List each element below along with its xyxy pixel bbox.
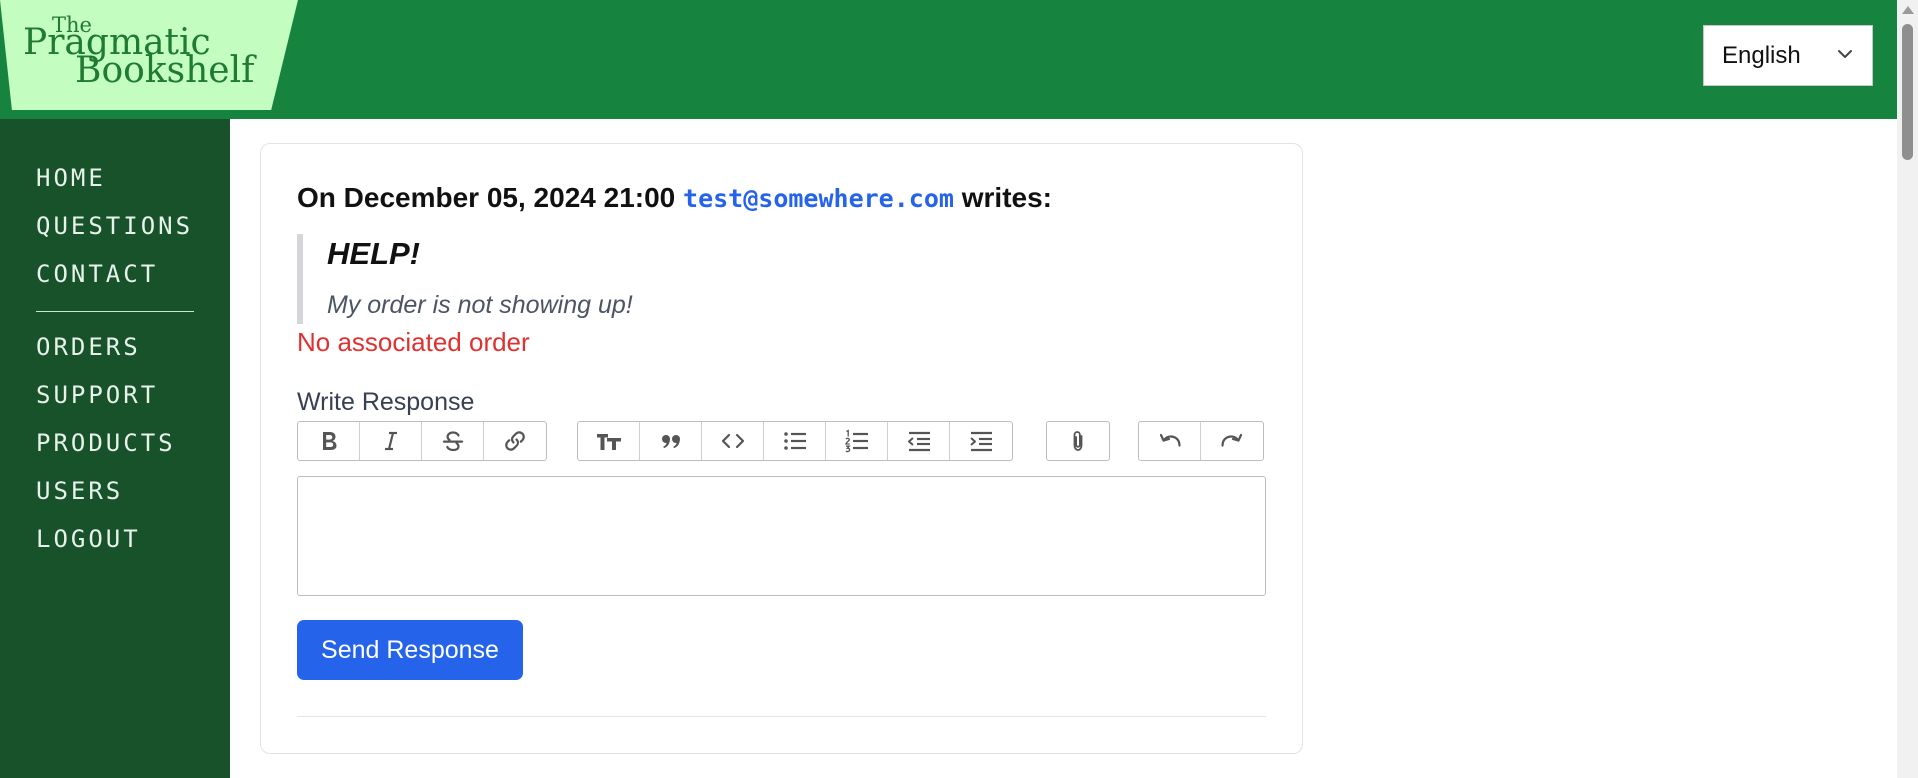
redo-icon (1221, 433, 1243, 447)
link-icon (505, 431, 525, 451)
author-email-link[interactable]: test@somewhere.com (683, 184, 954, 213)
redo-button[interactable] (1201, 422, 1263, 460)
sidebar-divider (36, 311, 194, 312)
page-scrollbar[interactable] (1897, 0, 1918, 778)
indent-button[interactable] (950, 422, 1012, 460)
outdent-button[interactable] (888, 422, 950, 460)
sidebar-item-orders[interactable]: ORDERS (36, 333, 141, 361)
quote-button[interactable] (640, 422, 702, 460)
bold-button[interactable] (298, 422, 360, 460)
card-divider (297, 716, 1266, 717)
post-writes-label: writes: (961, 182, 1052, 213)
sidebar-item-questions[interactable]: QUESTIONS (36, 212, 193, 240)
toolbar-group-attach (1046, 421, 1110, 461)
scroll-up-arrow-icon[interactable] (1902, 6, 1914, 14)
language-select-value: English (1722, 41, 1801, 69)
undo-button[interactable] (1139, 422, 1201, 460)
sidebar: HOME QUESTIONS CONTACT ORDERS SUPPORT PR… (0, 119, 230, 778)
post-header: On December 05, 2024 21:00 test@somewher… (297, 182, 1052, 214)
sidebar-item-contact[interactable]: CONTACT (36, 260, 158, 288)
message-body: My order is not showing up! (327, 291, 633, 319)
numbered-list-icon (844, 429, 868, 453)
post-date: On December 05, 2024 21:00 (297, 182, 676, 213)
outdent-icon (907, 431, 930, 452)
strikethrough-button[interactable] (422, 422, 484, 460)
message-title: HELP! (327, 236, 420, 271)
send-response-button[interactable]: Send Response (297, 620, 523, 680)
sidebar-item-users[interactable]: USERS (36, 477, 123, 505)
code-icon (721, 433, 744, 449)
scrollbar-thumb[interactable] (1902, 24, 1913, 160)
indent-icon (970, 431, 992, 452)
italic-icon (384, 431, 397, 451)
response-label: Write Response (297, 388, 475, 416)
order-status: No associated order (297, 327, 530, 357)
top-header: The Pragmatic Bookshelf English (0, 0, 1897, 119)
toolbar-group-history (1138, 421, 1264, 461)
language-select[interactable]: English (1703, 25, 1873, 86)
bullet-list-icon (783, 432, 806, 450)
link-button[interactable] (484, 422, 546, 460)
page: The Pragmatic Bookshelf English HOME QUE… (0, 0, 1918, 778)
attach-button[interactable] (1047, 422, 1109, 460)
heading-button[interactable] (578, 422, 640, 460)
heading-icon (596, 434, 621, 450)
sidebar-item-support[interactable]: SUPPORT (36, 381, 158, 409)
attach-icon (1073, 431, 1083, 451)
response-editor[interactable] (297, 476, 1266, 596)
quote-bar (297, 234, 303, 324)
sidebar-item-products[interactable]: PRODUCTS (36, 429, 176, 457)
logo-line-bookshelf: Bookshelf (75, 50, 255, 91)
toolbar-group-block (577, 421, 1013, 461)
sidebar-item-home[interactable]: HOME (36, 164, 106, 192)
undo-icon (1159, 433, 1181, 447)
bold-icon (322, 432, 336, 450)
numbered-list-button[interactable] (826, 422, 888, 460)
logo[interactable]: The Pragmatic Bookshelf (0, 0, 298, 110)
code-button[interactable] (702, 422, 764, 460)
italic-button[interactable] (360, 422, 422, 460)
bullet-list-button[interactable] (764, 422, 826, 460)
sidebar-item-logout[interactable]: LOGOUT (36, 525, 141, 553)
strikethrough-icon (442, 431, 463, 452)
chevron-down-icon (1838, 50, 1852, 58)
toolbar-group-text (297, 421, 547, 461)
quote-icon (661, 435, 680, 449)
